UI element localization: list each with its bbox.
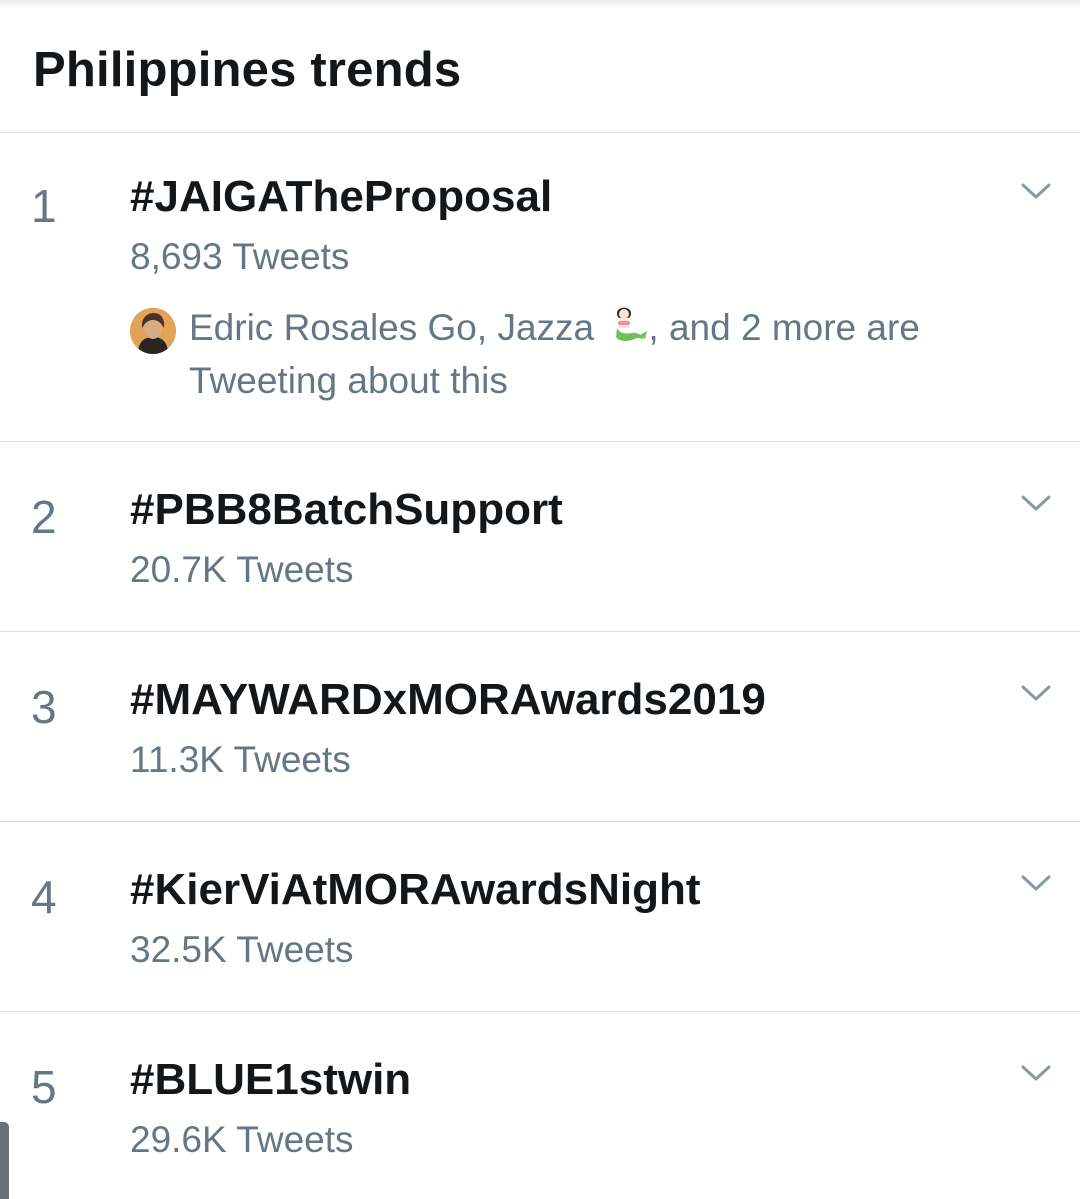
avatar[interactable] bbox=[130, 308, 176, 354]
trend-item[interactable]: 4 #KierViAtMORAwardsNight 32.5K Tweets bbox=[0, 822, 1080, 1012]
scroll-handle[interactable] bbox=[0, 1122, 9, 1199]
chevron-down-icon[interactable] bbox=[1019, 682, 1053, 704]
trend-item[interactable]: 1 #JAIGATheProposal 8,693 Tweets Edric R… bbox=[0, 133, 1080, 442]
trend-item[interactable]: 2 #PBB8BatchSupport 20.7K Tweets bbox=[0, 442, 1080, 632]
page-title: Philippines trends bbox=[33, 43, 462, 97]
trend-rank: 1 bbox=[31, 180, 57, 232]
trend-rank: 2 bbox=[31, 491, 57, 543]
chevron-down-icon[interactable] bbox=[1019, 492, 1053, 514]
context-suffix-line2: Tweeting about this bbox=[189, 360, 508, 401]
context-names: Edric Rosales Go, Jazza bbox=[189, 307, 595, 348]
trend-name: #KierViAtMORAwardsNight bbox=[130, 865, 701, 914]
trend-name: #BLUE1stwin bbox=[130, 1055, 412, 1104]
trend-name: #MAYWARDxMORAwards2019 bbox=[130, 675, 766, 724]
chevron-down-icon[interactable] bbox=[1019, 180, 1053, 202]
trend-rank: 5 bbox=[31, 1061, 57, 1113]
trend-rank: 3 bbox=[31, 681, 57, 733]
trend-name: #PBB8BatchSupport bbox=[130, 485, 563, 534]
context-suffix: , and 2 more are bbox=[648, 307, 920, 348]
trends-header: Philippines trends bbox=[0, 6, 1080, 133]
trend-item[interactable]: 5 #BLUE1stwin 29.6K Tweets bbox=[0, 1012, 1080, 1199]
chevron-down-icon[interactable] bbox=[1019, 1062, 1053, 1084]
trend-item[interactable]: 3 #MAYWARDxMORAwards2019 11.3K Tweets bbox=[0, 632, 1080, 822]
tweet-count: 11.3K Tweets bbox=[130, 739, 351, 780]
chevron-down-icon[interactable] bbox=[1019, 872, 1053, 894]
tweet-count: 8,693 Tweets bbox=[130, 236, 350, 277]
tweet-count: 32.5K Tweets bbox=[130, 929, 354, 970]
trend-rank: 4 bbox=[31, 871, 57, 923]
tweet-count: 29.6K Tweets bbox=[130, 1119, 354, 1160]
mermaid-emoji-icon bbox=[616, 306, 648, 341]
trend-name: #JAIGATheProposal bbox=[130, 172, 553, 221]
tweet-count: 20.7K Tweets bbox=[130, 549, 354, 590]
context-text: Edric Rosales Go, Jazza , and 2 more are… bbox=[189, 301, 1009, 407]
